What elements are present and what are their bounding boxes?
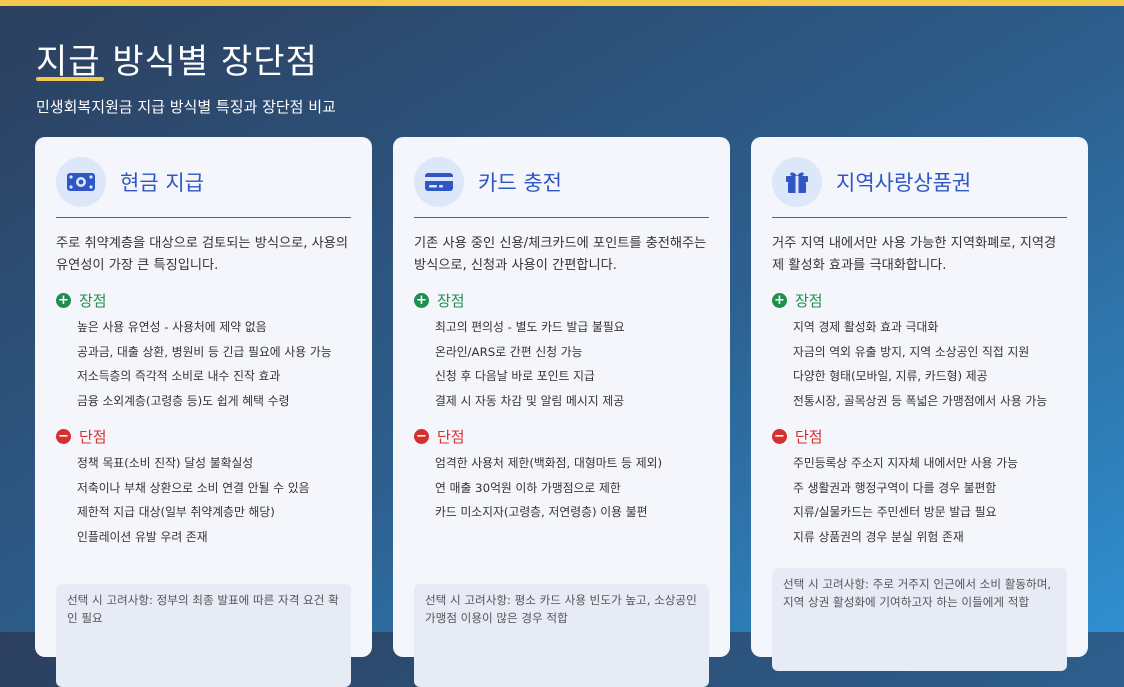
card-local-voucher: 지역사랑상품권 거주 지역 내에서만 사용 가능한 지역화폐로, 지역경제 활성… — [751, 137, 1088, 671]
cons-item: 제한적 지급 대상(일부 취약계층만 해당) — [77, 505, 275, 519]
cons-list: 정책 목표(소비 진작) 달성 불확실성 저축이나 부채 상환으로 소비 연결 … — [56, 451, 351, 549]
pros-item: 저소득층의 즉각적 소비로 내수 진작 효과 — [77, 369, 281, 383]
cons-list: 엄격한 사용처 제한(백화점, 대형마트 등 제외) 연 매출 30억원 이하 … — [414, 451, 709, 525]
pros-item: 온라인/ARS로 간편 신청 가능 — [435, 344, 583, 359]
card-title: 현금 지급 — [120, 171, 204, 195]
pros-list: 최고의 편의성 - 별도 카드 발급 불필요 온라인/ARS로 간편 신청 가능… — [414, 315, 709, 413]
cons-header: − 단점 — [414, 426, 709, 446]
card-credit-charge: 카드 충전 기존 사용 중인 신용/체크카드에 포인트를 충전해주는 방식으로,… — [393, 137, 730, 687]
cons-item: 주민등록상 주소지 지자체 내에서만 사용 가능 — [793, 456, 1018, 470]
plus-circle-icon: + — [56, 292, 71, 308]
cons-item: 카드 미소지자(고령층, 저연령층) 이용 불편 — [435, 505, 648, 519]
pros-item: 공과금, 대출 상환, 병원비 등 긴급 필요에 사용 가능 — [77, 344, 332, 359]
card-description: 거주 지역 내에서만 사용 가능한 지역화폐로, 지역경제 활성화 효과를 극대… — [772, 236, 1057, 273]
card-title: 지역사랑상품권 — [836, 171, 972, 195]
pros-item: 전통시장, 골목상권 등 폭넓은 가맹점에서 사용 가능 — [793, 393, 1048, 408]
pros-item: 금융 소외계층(고령층 등)도 쉽게 혜택 수령 — [77, 393, 290, 408]
consideration-note: 선택 시 고려사항: 주로 거주지 인근에서 소비 활동하며, 지역 상권 활성… — [772, 568, 1067, 671]
card-cash: 현금 지급 주로 취약계층을 대상으로 검토되는 방식으로, 사용의 유연성이 … — [35, 137, 372, 687]
cons-item: 지류 상품권의 경우 분실 위험 존재 — [793, 529, 964, 544]
credit-card-icon — [414, 157, 464, 207]
minus-circle-icon: − — [414, 428, 429, 444]
pros-item: 신청 후 다음날 바로 포인트 지급 — [435, 369, 595, 383]
cons-item: 엄격한 사용처 제한(백화점, 대형마트 등 제외) — [435, 456, 663, 470]
page-subtitle: 민생회복지원금 지급 방식별 특징과 장단점 비교 — [36, 98, 336, 116]
card-header: 카드 충전 — [414, 157, 709, 207]
money-icon — [56, 157, 106, 207]
pros-title: 장점 — [437, 291, 465, 310]
consideration-note: 선택 시 고려사항: 정부의 최종 발표에 따른 자격 요건 확인 필요 — [56, 584, 351, 687]
pros-item: 최고의 편의성 - 별도 카드 발급 불필요 — [435, 320, 625, 334]
pros-item: 지역 경제 활성화 효과 극대화 — [793, 320, 939, 334]
card-description: 주로 취약계층을 대상으로 검토되는 방식으로, 사용의 유연성이 가장 큰 특… — [56, 236, 349, 273]
gift-icon — [772, 157, 822, 207]
cons-item: 정책 목표(소비 진작) 달성 불확실성 — [77, 456, 254, 470]
cons-item: 주 생활권과 행정구역이 다를 경우 불편함 — [793, 480, 997, 495]
top-accent-bar — [0, 0, 1124, 6]
card-header: 지역사랑상품권 — [772, 157, 1067, 207]
card-divider — [772, 217, 1067, 218]
title-underline — [36, 77, 104, 81]
cons-title: 단점 — [79, 427, 107, 446]
cons-title: 단점 — [437, 427, 465, 446]
card-title: 카드 충전 — [478, 171, 562, 195]
minus-circle-icon: − — [56, 428, 71, 444]
cons-header: − 단점 — [772, 426, 1067, 446]
card-divider — [56, 217, 351, 218]
cons-item: 연 매출 30억원 이하 가맹점으로 제한 — [435, 480, 621, 495]
cons-title: 단점 — [795, 427, 823, 446]
plus-circle-icon: + — [772, 292, 787, 308]
pros-header: + 장점 — [414, 290, 709, 310]
pros-title: 장점 — [79, 291, 107, 310]
plus-circle-icon: + — [414, 292, 429, 308]
pros-header: + 장점 — [772, 290, 1067, 310]
pros-item: 높은 사용 유연성 - 사용처에 제약 없음 — [77, 320, 267, 334]
card-divider — [414, 217, 709, 218]
cons-list: 주민등록상 주소지 지자체 내에서만 사용 가능 주 생활권과 행정구역이 다를… — [772, 451, 1067, 549]
page-title: 지급 방식별 장단점 — [36, 42, 318, 82]
cons-item: 인플레이션 유발 우려 존재 — [77, 529, 208, 544]
pros-item: 결제 시 자동 차감 및 알림 메시지 제공 — [435, 393, 625, 408]
pros-item: 자금의 역외 유출 방지, 지역 소상공인 직접 지원 — [793, 344, 1030, 359]
cons-item: 저축이나 부채 상환으로 소비 연결 안될 수 있음 — [77, 480, 310, 495]
pros-list: 지역 경제 활성화 효과 극대화 자금의 역외 유출 방지, 지역 소상공인 직… — [772, 315, 1067, 413]
minus-circle-icon: − — [772, 428, 787, 444]
pros-title: 장점 — [795, 291, 823, 310]
consideration-note: 선택 시 고려사항: 평소 카드 사용 빈도가 높고, 소상공인 가맹점 이용이… — [414, 584, 709, 687]
card-header: 현금 지급 — [56, 157, 351, 207]
pros-header: + 장점 — [56, 290, 351, 310]
pros-list: 높은 사용 유연성 - 사용처에 제약 없음 공과금, 대출 상환, 병원비 등… — [56, 315, 351, 413]
cons-header: − 단점 — [56, 426, 351, 446]
pros-item: 다양한 형태(모바일, 지류, 카드형) 제공 — [793, 369, 988, 383]
cons-item: 지류/실물카드는 주민센터 방문 발급 필요 — [793, 505, 997, 519]
card-description: 기존 사용 중인 신용/체크카드에 포인트를 충전해주는 방식으로, 신청과 사… — [414, 236, 707, 273]
